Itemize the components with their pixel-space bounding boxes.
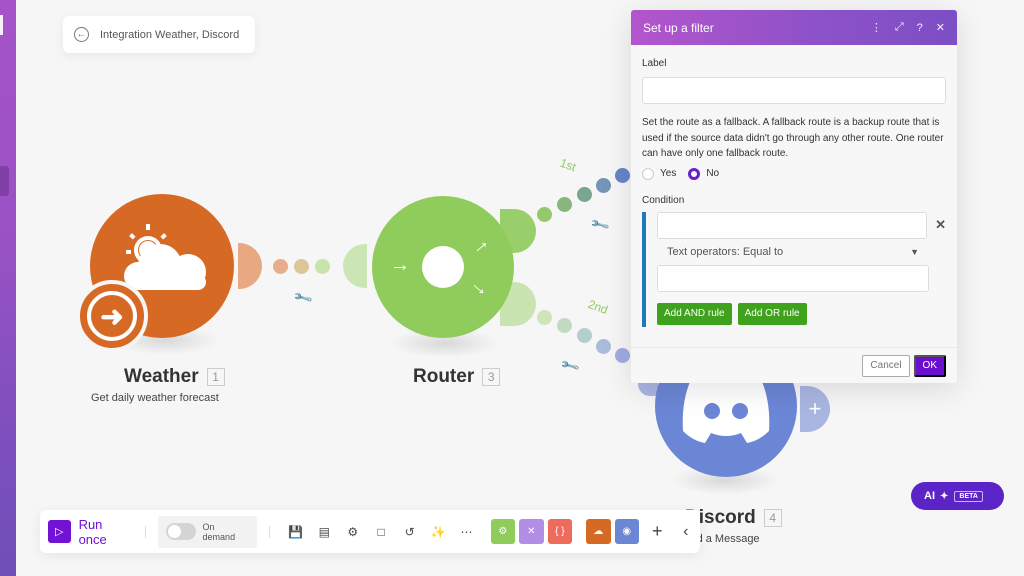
discord-module-button[interactable]: ◉ — [614, 519, 640, 544]
arrow-right-icon: → — [390, 254, 410, 276]
json-module-button[interactable]: { } — [547, 519, 573, 544]
more-horizontal-icon[interactable]: ⋯ — [452, 525, 480, 539]
flow-control-button[interactable]: ✕ — [519, 519, 544, 544]
more-vertical-icon[interactable]: ⋮ — [871, 21, 882, 34]
schedule-control[interactable]: On demand — [158, 515, 257, 548]
router-title: Router 3 — [413, 366, 501, 388]
router-module-number: 3 — [482, 368, 501, 386]
back-arrow-icon[interactable]: ← — [74, 27, 89, 42]
weather-subtitle: Get daily weather forecast — [91, 392, 219, 404]
settings-gear-icon[interactable]: ⚙ — [339, 525, 367, 539]
connection-dot — [273, 259, 288, 274]
connection-dot — [577, 328, 592, 343]
fallback-no-label: No — [706, 168, 720, 179]
condition-label: Condition — [642, 194, 685, 206]
connection-dot — [596, 339, 611, 354]
caret-down-icon: ▼ — [910, 246, 919, 257]
operator-select[interactable]: Text operators: Equal to ▼ — [657, 239, 929, 265]
expand-icon[interactable]: ⤢ — [895, 21, 904, 34]
connection-dot — [596, 178, 611, 193]
add-module-button[interactable]: + — [800, 386, 830, 432]
save-icon[interactable]: 💾 — [282, 525, 310, 539]
arrow-down-right-icon: → — [465, 272, 496, 302]
route-label-2nd: 2nd — [586, 296, 610, 318]
weather-title: Weather 1 — [124, 366, 225, 388]
connection-dot — [315, 259, 330, 274]
wrench-icon[interactable]: 🔧 — [292, 287, 314, 309]
router-input-handle[interactable] — [343, 244, 367, 288]
divider — [268, 525, 270, 538]
help-icon[interactable]: ? — [917, 22, 923, 34]
schedule-toggle[interactable] — [166, 523, 196, 540]
weather-module-number: 1 — [206, 368, 225, 386]
fallback-radio-group: Yes No — [642, 167, 946, 180]
fallback-help-text: Set the route as a fallback. A fallback … — [642, 117, 944, 159]
weather-name: Weather — [124, 366, 199, 387]
add-and-rule-button[interactable]: Add AND rule — [657, 302, 732, 325]
dialog-header: Set up a filter ⋮ ⤢ ? ✕ — [631, 10, 957, 45]
fallback-no-radio[interactable] — [688, 167, 701, 180]
ai-assistant-button[interactable]: AI ✦ BETA — [911, 482, 1004, 510]
run-once-button[interactable]: Run once — [79, 517, 134, 547]
sparkle-icon: ✦ — [940, 490, 949, 502]
magic-wand-icon[interactable]: ✨ — [424, 525, 452, 539]
add-icon[interactable]: + — [643, 521, 671, 542]
filter-dialog: Set up a filter ⋮ ⤢ ? ✕ Label Set the ro… — [631, 10, 957, 383]
dialog-footer: Cancel OK — [631, 347, 957, 383]
cancel-button[interactable]: Cancel — [862, 354, 910, 377]
ok-button[interactable]: OK — [913, 354, 946, 377]
trigger-badge[interactable]: ➜ — [76, 280, 148, 352]
collapse-chevron-icon[interactable]: ‹ — [672, 523, 700, 541]
tools-module-button[interactable]: ⚙ — [490, 519, 516, 544]
remove-condition-icon[interactable]: ✕ — [935, 217, 946, 233]
condition-group: ✕ Text operators: Equal to ▼ Add AND rul… — [642, 211, 946, 327]
sidebar-active-item[interactable] — [0, 166, 9, 196]
explain-flow-icon[interactable]: ▤ — [310, 525, 338, 539]
connection-dot — [577, 187, 592, 202]
scenario-title: Integration Weather, Discord — [100, 28, 240, 41]
label-input[interactable] — [642, 77, 946, 104]
connection-dot — [537, 310, 552, 325]
route-label-1st: 1st — [558, 155, 578, 175]
discord-module-number: 4 — [763, 509, 782, 527]
router-name: Router — [413, 366, 475, 387]
fallback-yes-radio[interactable] — [642, 167, 654, 180]
arrow-up-right-icon: → — [464, 230, 495, 260]
connection-dot — [557, 197, 572, 212]
play-icon[interactable]: ▷ — [48, 520, 71, 543]
connection-dot — [537, 207, 552, 222]
divider — [145, 525, 147, 538]
connection-dot — [294, 259, 309, 274]
wrench-icon[interactable]: 🔧 — [559, 355, 581, 377]
schedule-label: On demand — [202, 521, 236, 542]
wrench-icon[interactable]: 🔧 — [589, 214, 611, 236]
dialog-title: Set up a filter — [643, 20, 714, 35]
connection-dot — [615, 348, 630, 363]
weather-output-handle[interactable] — [238, 243, 262, 289]
router-module[interactable]: → → → — [372, 196, 514, 338]
notes-icon[interactable]: □ — [367, 525, 395, 539]
undo-icon[interactable]: ↺ — [395, 525, 423, 539]
label-field-label: Label — [642, 58, 667, 69]
close-icon[interactable]: ✕ — [936, 21, 945, 34]
fallback-yes-label: Yes — [660, 168, 677, 179]
breadcrumb: ← Integration Weather, Discord — [63, 16, 255, 53]
connection-dot — [557, 318, 572, 333]
condition-bar — [642, 211, 646, 327]
left-sidebar — [0, 0, 16, 576]
trigger-arrow-icon: ➜ — [87, 291, 137, 341]
beta-badge: BETA — [954, 490, 983, 502]
ai-label: AI — [924, 490, 935, 502]
add-or-rule-button[interactable]: Add OR rule — [737, 302, 807, 325]
sidebar-logo-mark — [0, 15, 3, 35]
operator-value: Text operators: Equal to — [667, 245, 784, 258]
condition-left-input[interactable] — [657, 211, 928, 239]
bottom-toolbar: ▷ Run once On demand 💾 ▤ ⚙ □ ↺ ✨ ⋯ ⚙ ✕ {… — [40, 510, 700, 553]
connection-dot — [615, 168, 630, 183]
weather-module-button[interactable]: ☁ — [585, 519, 611, 544]
router-center-icon — [422, 246, 464, 288]
condition-right-input[interactable] — [657, 264, 929, 292]
